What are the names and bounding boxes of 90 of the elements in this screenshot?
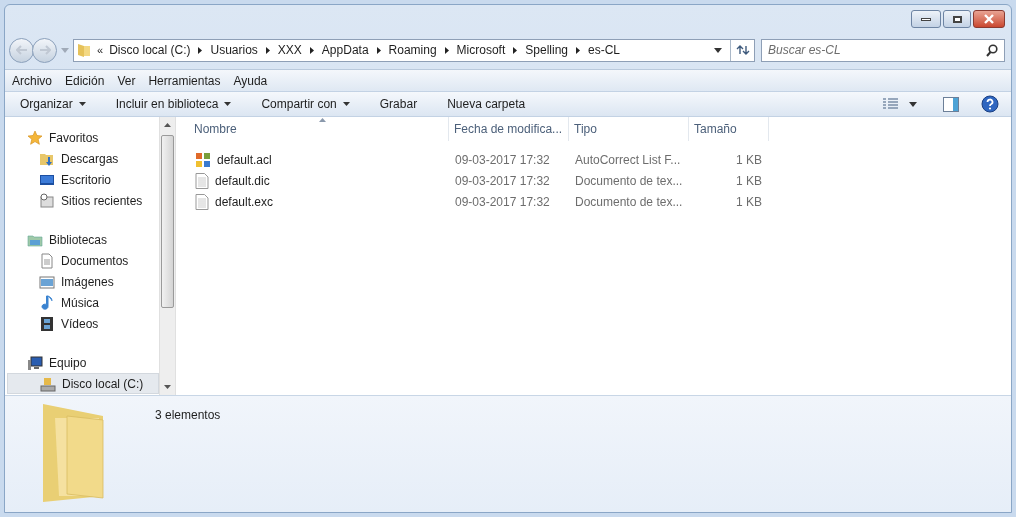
nav-item[interactable]: Sitios recientes [7, 190, 159, 211]
breadcrumb[interactable]: Microsoft [456, 41, 506, 59]
music-note-icon [39, 294, 55, 311]
menu-item[interactable]: Herramientas [148, 71, 221, 90]
help-icon[interactable] [981, 95, 999, 113]
text-document-icon [195, 172, 209, 189]
drive-icon [40, 375, 56, 392]
file-row[interactable]: default.dic 09-03-2017 17:32 Documento de tex... 1 KB [189, 170, 1011, 191]
caret-icon [78, 102, 86, 106]
caret-icon[interactable] [909, 101, 917, 107]
document-icon [39, 252, 55, 269]
item-count: 3 elementos [155, 407, 221, 424]
column-header[interactable]: Tipo [569, 117, 689, 141]
size-cell-text: 1 KB [735, 151, 763, 169]
recent-places-icon [39, 192, 55, 209]
breadcrumb[interactable]: XXX [277, 41, 302, 59]
menu-item[interactable]: Ayuda [233, 71, 268, 90]
toolbar-button[interactable]: Grabar [379, 95, 418, 113]
image-icon [39, 273, 55, 290]
address-bar[interactable]: « Disco local (C:) Usuarios XXX AppData Roaming Microsoft Spelling es-CL [73, 38, 755, 62]
nav-group[interactable]: Bibliotecas [7, 229, 159, 250]
nav-item[interactable]: Descargas [7, 148, 159, 169]
chevron-right-icon [309, 46, 314, 54]
toolbar-button[interactable]: Nueva carpeta [447, 95, 526, 113]
breadcrumb[interactable]: Spelling [525, 41, 568, 59]
nav-item[interactable]: Imágenes [7, 271, 159, 292]
column-header[interactable]: Fecha de modifica... [449, 117, 569, 141]
maximize-button[interactable] [943, 10, 971, 28]
breadcrumb[interactable]: Disco local (C:) [109, 41, 191, 59]
menu-item[interactable]: Edición [65, 71, 105, 90]
caret-icon [224, 102, 232, 106]
folder-icon [77, 42, 91, 58]
star-icon [27, 129, 43, 146]
nav-item[interactable]: Documentos [7, 250, 159, 271]
file-row[interactable]: default.acl 09-03-2017 17:32 AutoCorrect List F... 1 KB [189, 149, 1011, 170]
caret-icon[interactable] [714, 47, 722, 53]
search-field[interactable]: Buscar es-CL [761, 38, 1005, 62]
close-icon [983, 14, 995, 24]
date-cell-text: 09-03-2017 17:32 [454, 151, 551, 169]
back-arrow-icon [15, 45, 28, 55]
size-cell-text: 1 KB [735, 193, 763, 211]
autocorrect-list-icon [195, 151, 211, 168]
file-row[interactable]: default.exc 09-03-2017 17:32 Documento de tex... 1 KB [189, 191, 1011, 212]
minimize-button[interactable] [911, 10, 941, 28]
toolbar-button[interactable]: Organizar [20, 95, 86, 113]
type-cell-text: Documento de tex... [574, 172, 684, 190]
chevron-right-icon [513, 46, 518, 54]
overflow-chevron[interactable]: « [97, 41, 104, 59]
nav-group[interactable]: Equipo [7, 352, 159, 373]
close-button[interactable] [973, 10, 1005, 28]
nav-item[interactable]: Vídeos [7, 313, 159, 334]
toolbar-button[interactable]: Compartir con [261, 95, 350, 113]
scrollbar[interactable] [159, 117, 176, 395]
column-header[interactable]: Nombre [189, 117, 449, 141]
chevron-right-icon [576, 46, 580, 54]
type-cell-text: AutoCorrect List F... [574, 151, 682, 169]
computer-icon [27, 354, 43, 371]
chevron-right-icon [376, 46, 381, 54]
forward-arrow-icon [38, 45, 51, 55]
sort-arrow-icon [318, 118, 326, 122]
caret-icon [342, 102, 350, 106]
menu-item[interactable]: Ver [117, 71, 136, 90]
scroll-up-icon[interactable] [164, 123, 171, 127]
size-cell-text: 1 KB [735, 172, 763, 190]
refresh-icon [735, 44, 750, 56]
breadcrumb[interactable]: es-CL [588, 41, 620, 59]
file-name: default.acl [217, 151, 272, 169]
date-cell-text: 09-03-2017 17:32 [454, 193, 551, 211]
preview-pane-icon[interactable] [943, 96, 959, 112]
menu-item[interactable]: Archivo [12, 71, 52, 90]
text-document-icon [195, 193, 209, 210]
type-cell-text: Documento de tex... [574, 193, 684, 211]
file-name: default.dic [215, 172, 270, 190]
file-name: default.exc [215, 193, 274, 211]
breadcrumb[interactable]: AppData [321, 41, 369, 59]
toolbar-button[interactable]: Incluir en biblioteca [115, 95, 232, 113]
column-header[interactable]: Tamaño [689, 117, 769, 141]
breadcrumb[interactable]: Roaming [388, 41, 437, 59]
nav-item[interactable]: Música [7, 292, 159, 313]
date-cell-text: 09-03-2017 17:32 [454, 172, 551, 190]
chevron-right-icon [444, 46, 449, 54]
chevron-right-icon [198, 46, 203, 54]
search-icon [986, 43, 998, 57]
nav-group[interactable]: Favoritos [7, 127, 159, 148]
nav-item[interactable]: Disco local (C:) [7, 373, 159, 394]
breadcrumb[interactable]: Usuarios [210, 41, 258, 59]
film-icon [39, 315, 55, 332]
nav-item[interactable]: Escritorio [7, 169, 159, 190]
scroll-down-icon[interactable] [164, 385, 171, 389]
chevron-right-icon [265, 46, 270, 54]
